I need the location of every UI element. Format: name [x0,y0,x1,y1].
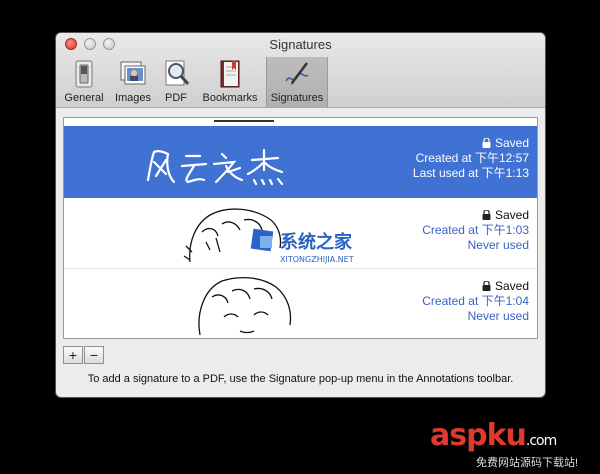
xitong-watermark-logo: 系统之家 XITONGZHIJIA.NET [250,228,354,264]
photos-icon [120,61,146,85]
tab-pdf[interactable]: PDF [160,57,192,107]
signature-image [146,148,284,186]
usage-status: Never used [467,309,529,323]
tab-images[interactable]: Images [110,57,156,107]
lock-icon [482,138,491,148]
scroll-remnant [214,120,274,122]
tab-signatures[interactable]: Signatures [266,57,328,107]
created-at: Created at 下午1:04 [422,294,529,308]
signature-meta: Saved Created at 下午1:03 Never used [422,208,529,253]
switch-icon [75,60,93,88]
tab-images-label: Images [114,92,152,104]
saved-label: Saved [494,136,529,150]
xitong-url: XITONGZHIJIA.NET [280,255,354,264]
tab-bookmarks-label: Bookmarks [202,92,258,104]
tab-general[interactable]: General [62,57,106,107]
signature-image [198,276,292,336]
last-used: Last used at 下午1:13 [412,166,529,180]
tab-bookmarks[interactable]: Bookmarks [200,57,260,107]
tab-general-label: General [64,92,104,104]
hint-text: To add a signature to a PDF, use the Sig… [87,373,514,385]
signatures-window: Signatures General Images PDF Bookmarks … [56,33,545,397]
aspku-watermark-sub: 免费网站源码下载站! [476,457,579,469]
aspku-logo-dot: .com [525,433,557,449]
saved-label: Saved [494,208,529,222]
add-signature-button[interactable]: + [63,346,83,364]
signature-row[interactable]: 系统之家 XITONGZHIJIA.NET Saved Created at 下… [64,198,537,268]
usage-status: Never used [467,238,529,252]
title-bar: Signatures [56,33,545,55]
signature-list[interactable]: Saved Created at 下午12:57 Last used at 下午… [63,117,538,339]
toolbar: Signatures General Images PDF Bookmarks … [56,33,545,108]
pen-signature-icon [285,62,309,85]
created-at: Created at 下午12:57 [415,151,529,165]
remove-signature-button[interactable]: − [84,346,104,364]
created-at: Created at 下午1:03 [422,223,529,237]
lock-icon [482,281,491,291]
xitong-name: 系统之家 [280,231,353,253]
tab-signatures-label: Signatures [270,92,324,104]
saved-label: Saved [494,279,529,293]
window-title: Signatures [269,37,332,52]
signature-row[interactable]: Saved Created at 下午1:04 Never used [64,269,537,338]
aspku-logo-text: aspku [430,418,527,453]
signature-row[interactable]: Saved Created at 下午12:57 Last used at 下午… [64,126,537,198]
signature-meta: Saved Created at 下午12:57 Last used at 下午… [413,136,529,181]
signature-meta: Saved Created at 下午1:04 Never used [422,279,529,324]
lock-icon [482,210,491,220]
bookmark-book-icon [220,60,240,88]
magnifier-icon [165,60,190,86]
tab-pdf-label: PDF [165,92,187,104]
aspku-watermark-logo: aspku.com [430,418,557,453]
